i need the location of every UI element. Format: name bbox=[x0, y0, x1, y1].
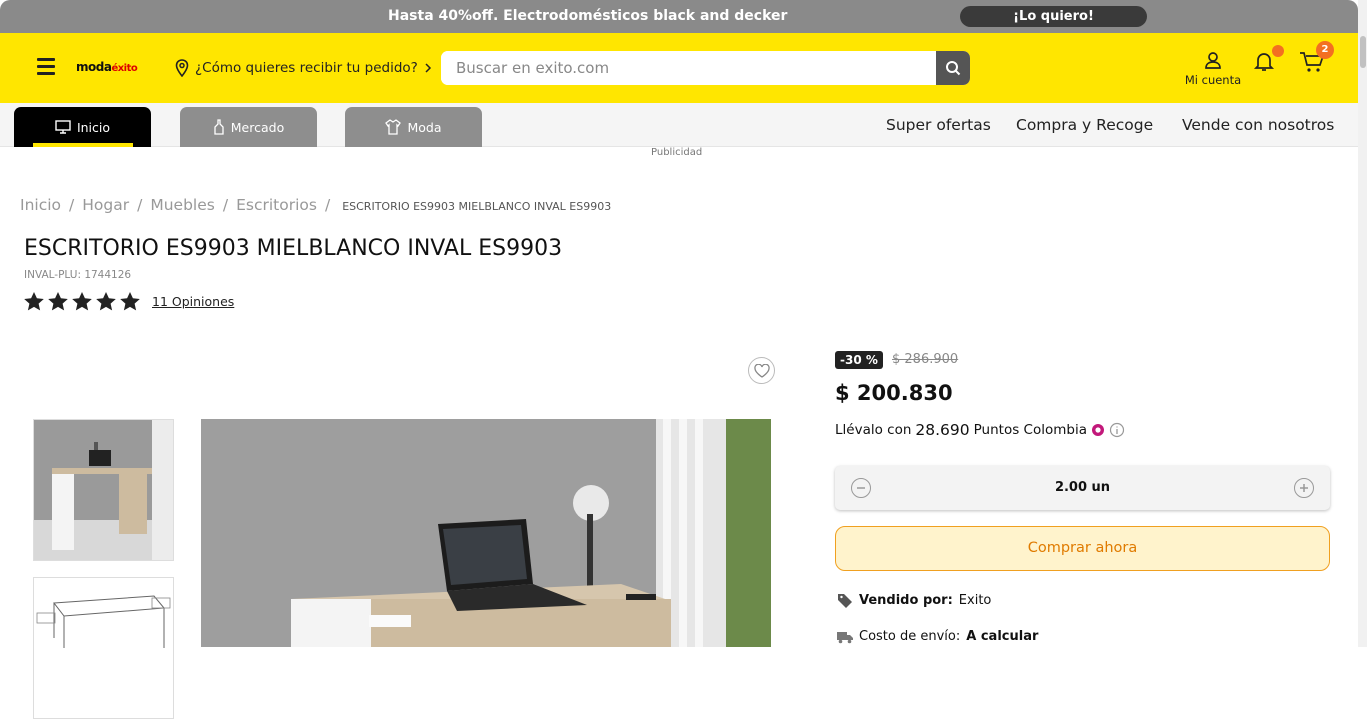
account-label: Mi cuenta bbox=[1184, 73, 1242, 87]
breadcrumb: Inicio / Hogar / Muebles / Escritorios /… bbox=[20, 196, 611, 214]
info-icon[interactable] bbox=[1109, 422, 1125, 438]
delivery-selector[interactable]: ¿Cómo quieres recibir tu pedido? bbox=[174, 59, 433, 77]
account-button[interactable]: Mi cuenta bbox=[1183, 50, 1243, 87]
discount-badge: -30 % bbox=[835, 351, 883, 369]
shipping-label: Costo de envío: bbox=[859, 629, 961, 644]
shipping-info: Costo de envío: A calcular bbox=[837, 629, 1038, 644]
sold-by-label: Vendido por: bbox=[859, 592, 953, 608]
nav-link-super-ofertas[interactable]: Super ofertas bbox=[886, 116, 991, 134]
truck-icon bbox=[837, 631, 853, 643]
notifications-button[interactable] bbox=[1253, 50, 1275, 76]
scrollbar-thumb[interactable] bbox=[1360, 36, 1366, 68]
notification-dot bbox=[1272, 45, 1284, 57]
quantity-value: 2.00 un bbox=[1054, 480, 1111, 495]
page-scrollbar[interactable] bbox=[1358, 0, 1367, 647]
promo-text: Hasta 40%off. Electrodomésticos black an… bbox=[388, 8, 788, 24]
product-thumbnail[interactable] bbox=[33, 577, 174, 719]
tab-mercado[interactable]: Mercado bbox=[180, 107, 317, 147]
star-icon bbox=[72, 292, 92, 311]
shirt-icon bbox=[385, 119, 402, 135]
plus-icon bbox=[1300, 484, 1308, 492]
star-icon bbox=[48, 292, 68, 311]
increase-quantity-button[interactable] bbox=[1294, 478, 1314, 498]
nav-link-vende[interactable]: Vende con nosotros bbox=[1182, 116, 1334, 134]
promo-cta-button[interactable]: ¡Lo quiero! bbox=[960, 6, 1147, 27]
promo-banner: Hasta 40%off. Electrodomésticos black an… bbox=[0, 0, 1358, 33]
advertising-label: Publicidad bbox=[651, 147, 703, 158]
star-icon bbox=[120, 292, 140, 311]
tab-inicio[interactable]: Inicio bbox=[14, 107, 151, 147]
sold-by-value: Exito bbox=[958, 592, 992, 608]
tab-label: Mercado bbox=[230, 119, 285, 135]
star-icon bbox=[24, 292, 44, 311]
product-plu: INVAL-PLU: 1744126 bbox=[24, 269, 132, 281]
active-tab-indicator bbox=[33, 143, 133, 147]
cart-count-badge: 2 bbox=[1316, 41, 1334, 59]
breadcrumb-separator: / bbox=[324, 196, 331, 214]
seller-info: Vendido por: Exito bbox=[837, 592, 991, 608]
product-thumbnail[interactable] bbox=[33, 419, 174, 561]
reviews-link[interactable]: 11 Opiniones bbox=[152, 294, 234, 309]
logo[interactable]: modaéxito bbox=[76, 60, 138, 74]
chevron-right-icon bbox=[425, 63, 431, 73]
breadcrumb-item[interactable]: Inicio bbox=[20, 196, 61, 214]
points-suffix: Puntos Colombia bbox=[973, 422, 1087, 438]
breadcrumb-separator: / bbox=[69, 196, 75, 214]
points-value: 28.690 bbox=[915, 421, 970, 439]
delivery-prompt: ¿Cómo quieres recibir tu pedido? bbox=[195, 60, 418, 76]
breadcrumb-separator: / bbox=[222, 196, 229, 214]
search-button[interactable] bbox=[936, 51, 970, 85]
search-input[interactable] bbox=[441, 51, 935, 85]
product-title: ESCRITORIO ES9903 MIELBLANCO INVAL ES990… bbox=[24, 236, 563, 261]
puntos-colombia-logo-icon bbox=[1091, 424, 1104, 436]
nav-link-compra-recoge[interactable]: Compra y Recoge bbox=[1016, 116, 1153, 134]
breadcrumb-item[interactable]: Hogar bbox=[82, 196, 129, 214]
points-info: Llévalo con 28.690 Puntos Colombia bbox=[835, 421, 1125, 439]
tab-label: Moda bbox=[407, 119, 442, 135]
location-pin-icon bbox=[175, 59, 189, 77]
monitor-icon bbox=[55, 120, 71, 134]
favorite-button[interactable] bbox=[748, 357, 775, 384]
breadcrumb-item[interactable]: Muebles bbox=[150, 196, 215, 214]
search-bar bbox=[441, 51, 970, 85]
product-main-image[interactable] bbox=[201, 419, 771, 647]
logo-text: moda bbox=[76, 60, 112, 74]
user-icon bbox=[1205, 52, 1221, 69]
tab-moda[interactable]: Moda bbox=[345, 107, 482, 147]
logo-brand: éxito bbox=[111, 63, 138, 74]
old-price: $ 286.900 bbox=[892, 352, 959, 367]
breadcrumb-item[interactable]: Escritorios bbox=[236, 196, 317, 214]
desk-main-image bbox=[201, 419, 771, 647]
heart-icon bbox=[753, 363, 770, 378]
category-nav: Inicio Mercado Moda Super ofertas Compra… bbox=[0, 103, 1358, 147]
breadcrumb-separator: / bbox=[137, 196, 143, 214]
points-prefix: Llévalo con bbox=[835, 422, 912, 438]
product-rating: 11 Opiniones bbox=[24, 292, 234, 311]
desk-thumbnail-image bbox=[34, 420, 173, 560]
desk-diagram-thumbnail-image bbox=[34, 578, 173, 648]
buy-now-button[interactable]: Comprar ahora bbox=[835, 526, 1330, 571]
search-icon bbox=[946, 61, 961, 76]
star-icon bbox=[96, 292, 116, 311]
current-price: $ 200.830 bbox=[835, 381, 953, 405]
hamburger-menu-icon[interactable] bbox=[37, 58, 55, 76]
tag-icon bbox=[838, 594, 852, 608]
tab-label: Inicio bbox=[76, 119, 111, 135]
main-header: modaéxito ¿Cómo quieres recibir tu pedid… bbox=[0, 33, 1358, 103]
quantity-stepper: 2.00 un bbox=[835, 466, 1330, 510]
breadcrumb-current: ESCRITORIO ES9903 MIELBLANCO INVAL ES990… bbox=[342, 200, 612, 213]
bottle-icon bbox=[214, 119, 224, 135]
shipping-value: A calcular bbox=[966, 629, 1039, 644]
